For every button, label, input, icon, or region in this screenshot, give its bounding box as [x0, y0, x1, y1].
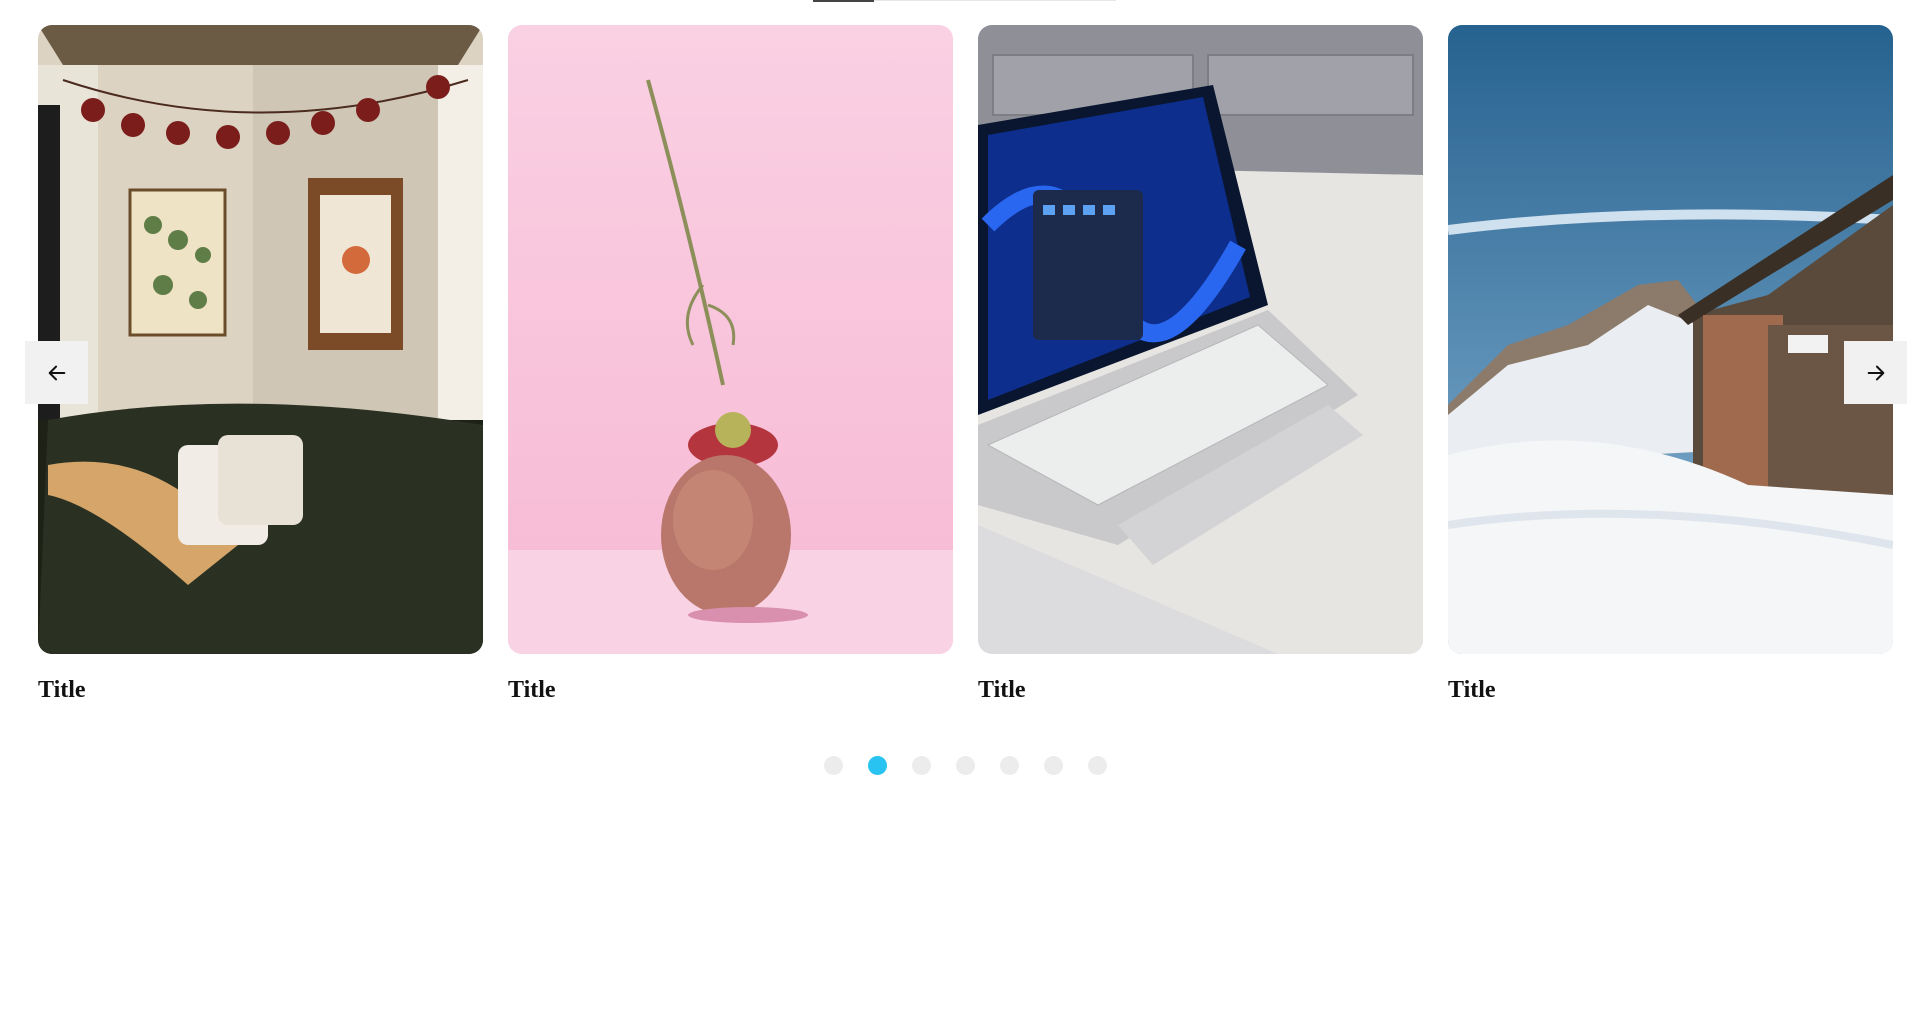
pagination-dot-5[interactable] — [1000, 756, 1019, 775]
card-title: Title — [508, 677, 556, 703]
card-title: Title — [978, 677, 1026, 703]
pagination-dot-2[interactable] — [868, 756, 887, 775]
arrow-right-icon — [1867, 365, 1884, 380]
carousel-card[interactable]: Title — [1448, 25, 1893, 715]
pagination-dot-4[interactable] — [956, 756, 975, 775]
previous-slide-button[interactable] — [25, 341, 88, 404]
card-title: Title — [38, 677, 86, 703]
pagination-dot-6[interactable] — [1044, 756, 1063, 775]
carousel-card[interactable]: Title — [38, 25, 483, 715]
next-slide-button[interactable] — [1844, 341, 1907, 404]
arrow-left-icon — [48, 365, 65, 380]
carousel-card[interactable]: Title — [508, 25, 953, 715]
carousel-track: Title Title Title Title — [38, 25, 1893, 715]
laptop-photo — [978, 25, 1423, 654]
card-title: Title — [1448, 677, 1496, 703]
living-room-photo — [38, 25, 483, 654]
top-progress-indicator — [813, 0, 1116, 2]
pagination-dot-7[interactable] — [1088, 756, 1107, 775]
pagination-dot-1[interactable] — [824, 756, 843, 775]
flower-on-rock-photo — [508, 25, 953, 654]
carousel-page: Title Title Title Title — [0, 0, 1920, 1015]
top-progress-active-segment — [813, 0, 874, 2]
pagination-dots — [824, 756, 1107, 775]
pagination-dot-3[interactable] — [912, 756, 931, 775]
snowy-mountain-photo — [1448, 25, 1893, 654]
carousel-card[interactable]: Title — [978, 25, 1423, 715]
